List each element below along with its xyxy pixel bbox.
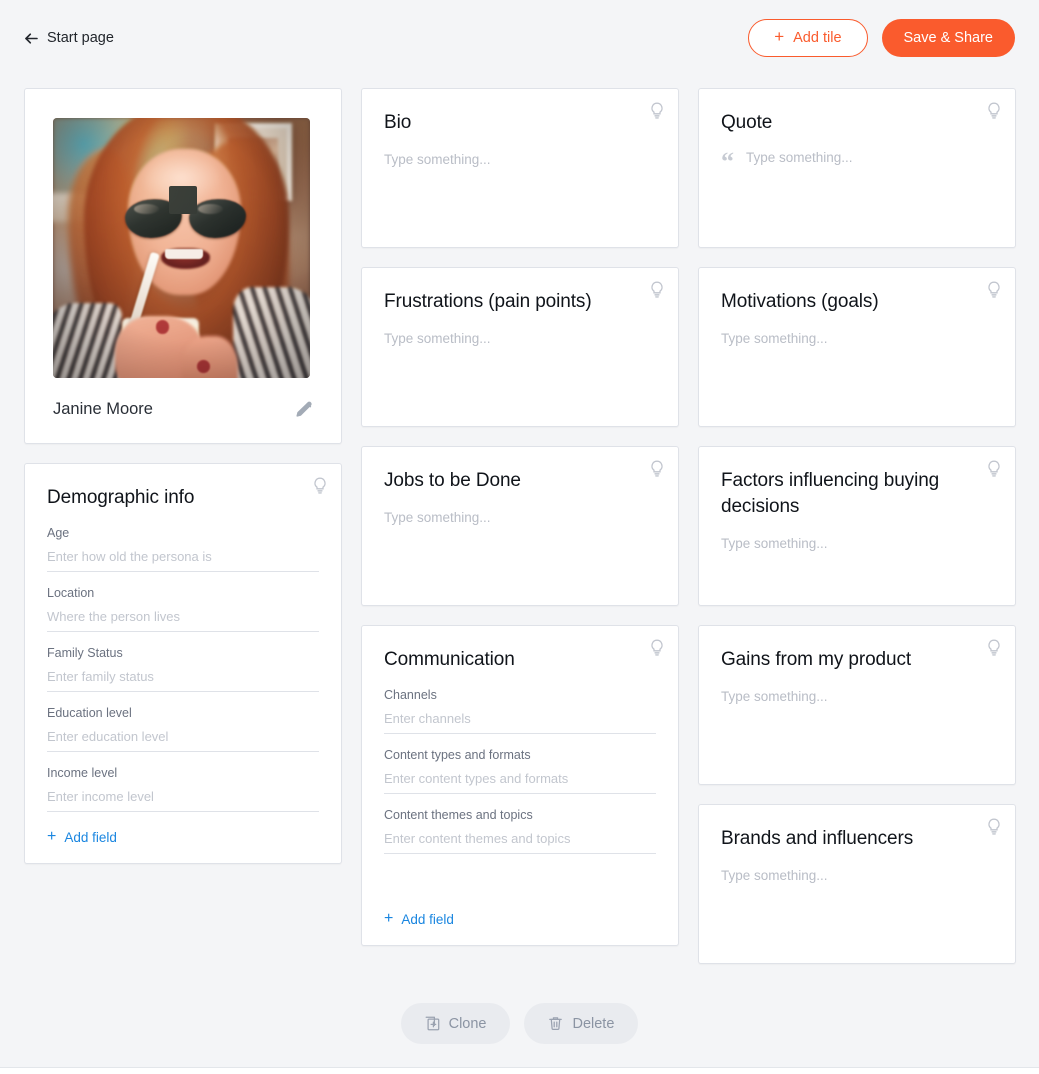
quote-row: “ Type something... [721, 149, 993, 169]
board-column-left: Janine Moore Demographic info [24, 88, 342, 864]
lightbulb-icon[interactable] [649, 281, 665, 300]
tile-title: Brands and influencers [721, 826, 993, 852]
clone-label: Clone [449, 1016, 487, 1032]
bottom-strip [0, 1068, 1039, 1074]
channels-input[interactable] [384, 709, 656, 734]
field-label: Family Status [47, 645, 319, 662]
tile-title: Communication [384, 647, 656, 673]
plus-icon: + [47, 829, 56, 845]
gains-from-my-product-tile[interactable]: Gains from my product Type something... [698, 625, 1016, 785]
communication-field-content-types: Content types and formats [384, 747, 656, 794]
frustrations-tile[interactable]: Frustrations (pain points) Type somethin… [361, 267, 679, 427]
factors-influencing-buying-decisions-tile[interactable]: Factors influencing buying decisions Typ… [698, 446, 1016, 606]
quote-mark-icon: “ [721, 152, 734, 172]
field-label: Content themes and topics [384, 807, 656, 824]
field-label: Age [47, 525, 319, 542]
tile-placeholder[interactable]: Type something... [384, 151, 656, 169]
location-input[interactable] [47, 607, 319, 632]
demographic-field-family-status: Family Status [47, 645, 319, 692]
demographic-field-age: Age [47, 525, 319, 572]
board-column-right: Quote “ Type something... Motivations (g… [698, 88, 1016, 964]
age-input[interactable] [47, 547, 319, 572]
content-types-input[interactable] [384, 769, 656, 794]
quote-tile[interactable]: Quote “ Type something... [698, 88, 1016, 248]
spacer [384, 867, 656, 907]
tile-title: Gains from my product [721, 647, 993, 673]
tile-title: Bio [384, 110, 656, 136]
toolbar-actions: + Add tile Save & Share [748, 19, 1015, 57]
lightbulb-icon[interactable] [312, 477, 328, 496]
tile-title: Motivations (goals) [721, 289, 993, 315]
persona-board: Janine Moore Demographic info [24, 88, 1016, 964]
content-themes-input[interactable] [384, 829, 656, 854]
lightbulb-icon[interactable] [986, 639, 1002, 658]
add-field-label: Add field [64, 830, 117, 845]
tile-title: Demographic info [47, 485, 319, 511]
jobs-to-be-done-tile[interactable]: Jobs to be Done Type something... [361, 446, 679, 606]
duplicate-icon [425, 1016, 440, 1031]
tile-placeholder[interactable]: Type something... [384, 509, 656, 527]
demographic-info-tile[interactable]: Demographic info Age Location Family Sta… [24, 463, 342, 864]
demographic-field-location: Location [47, 585, 319, 632]
footer-actions: Clone Delete [0, 1003, 1039, 1044]
tile-title: Jobs to be Done [384, 468, 656, 494]
photo-vignette [53, 118, 310, 378]
lightbulb-icon[interactable] [986, 281, 1002, 300]
income-level-input[interactable] [47, 787, 319, 812]
arrow-left-icon [24, 31, 39, 46]
add-field-button-communication[interactable]: + Add field [384, 907, 656, 927]
tile-placeholder[interactable]: Type something... [721, 867, 993, 885]
add-tile-label: Add tile [793, 30, 841, 46]
demographic-field-education-level: Education level [47, 705, 319, 752]
lightbulb-icon[interactable] [986, 818, 1002, 837]
persona-name: Janine Moore [53, 400, 153, 419]
plus-icon: + [384, 911, 393, 927]
top-toolbar: Start page + Add tile Save & Share [0, 0, 1039, 75]
persona-photo[interactable] [53, 118, 310, 378]
tile-title: Factors influencing buying decisions [721, 468, 973, 520]
delete-label: Delete [572, 1016, 614, 1032]
pencil-icon[interactable] [295, 401, 313, 419]
lightbulb-icon[interactable] [986, 460, 1002, 479]
save-and-share-button[interactable]: Save & Share [882, 19, 1015, 57]
plus-icon: + [774, 28, 784, 45]
lightbulb-icon[interactable] [986, 102, 1002, 121]
communication-tile[interactable]: Communication Channels Content types and… [361, 625, 679, 946]
field-label: Content types and formats [384, 747, 656, 764]
tile-placeholder[interactable]: Type something... [746, 149, 853, 167]
tile-placeholder[interactable]: Type something... [384, 330, 656, 348]
lightbulb-icon[interactable] [649, 102, 665, 121]
motivations-tile[interactable]: Motivations (goals) Type something... [698, 267, 1016, 427]
lightbulb-icon[interactable] [649, 639, 665, 658]
add-field-label: Add field [401, 912, 454, 927]
bio-tile[interactable]: Bio Type something... [361, 88, 679, 248]
field-label: Location [47, 585, 319, 602]
trash-icon [548, 1016, 563, 1031]
tile-placeholder[interactable]: Type something... [721, 330, 993, 348]
persona-photo-tile[interactable]: Janine Moore [24, 88, 342, 444]
communication-field-channels: Channels [384, 687, 656, 734]
back-to-start-page-link[interactable]: Start page [24, 30, 114, 46]
back-link-label: Start page [47, 30, 114, 46]
brands-and-influencers-tile[interactable]: Brands and influencers Type something... [698, 804, 1016, 964]
tile-placeholder[interactable]: Type something... [721, 535, 993, 553]
clone-button[interactable]: Clone [401, 1003, 511, 1044]
communication-field-content-themes: Content themes and topics [384, 807, 656, 854]
field-label: Income level [47, 765, 319, 782]
demographic-field-income-level: Income level [47, 765, 319, 812]
persona-name-row: Janine Moore [53, 400, 313, 419]
field-label: Channels [384, 687, 656, 704]
delete-button[interactable]: Delete [524, 1003, 638, 1044]
tile-title: Frustrations (pain points) [384, 289, 656, 315]
save-and-share-label: Save & Share [904, 30, 993, 46]
field-label: Education level [47, 705, 319, 722]
add-tile-button[interactable]: + Add tile [748, 19, 867, 57]
family-status-input[interactable] [47, 667, 319, 692]
tile-placeholder[interactable]: Type something... [721, 688, 993, 706]
board-column-middle: Bio Type something... Frustrations (pain… [361, 88, 679, 946]
tile-title: Quote [721, 110, 993, 136]
education-level-input[interactable] [47, 727, 319, 752]
add-field-button-demographic[interactable]: + Add field [47, 825, 319, 845]
lightbulb-icon[interactable] [649, 460, 665, 479]
